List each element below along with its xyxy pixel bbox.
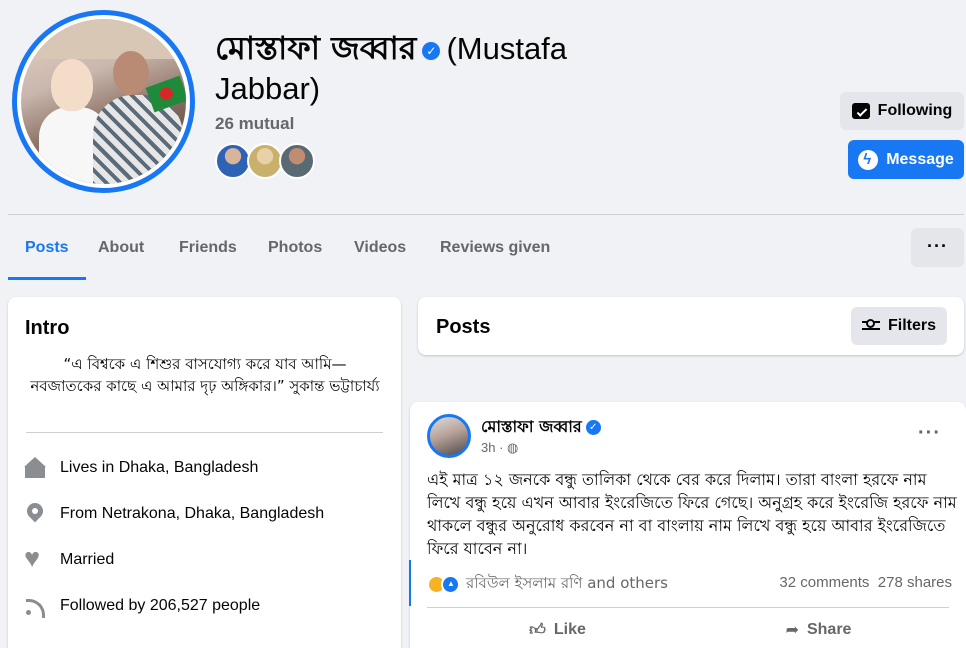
- like-icon: 👍︎: [529, 621, 546, 639]
- filters-button[interactable]: Filters: [851, 307, 947, 345]
- intro-row-prefix: Married: [60, 551, 115, 568]
- post-time-text[interactable]: 3h ·: [481, 440, 507, 455]
- post-author-name[interactable]: মোস্তাফা জব্বার: [481, 417, 582, 436]
- profile-photo: [21, 19, 186, 184]
- mutual-friends-count[interactable]: 26 mutual: [215, 114, 294, 134]
- tab-videos[interactable]: Videos: [337, 216, 423, 280]
- shares-count[interactable]: 278 shares: [878, 574, 952, 591]
- post-actions: 👍︎ Like ➦ Share: [427, 608, 949, 648]
- message-button[interactable]: Message: [848, 140, 964, 179]
- verified-icon: ✓: [585, 420, 601, 435]
- like-label: Like: [553, 621, 586, 638]
- message-button-label: Message: [886, 150, 954, 168]
- intro-followers: Followed by 206,527 people: [24, 594, 260, 618]
- heart-icon: [24, 543, 46, 574]
- reactors-text[interactable]: রবিউল ইসলাম রণি and others: [466, 572, 668, 597]
- post-author-avatar[interactable]: [427, 414, 471, 458]
- messenger-icon: [858, 149, 879, 170]
- intro-bio: “এ বিশ্বকে এ শিশুর বাসযোগ্য করে যাব আমি—…: [30, 355, 380, 395]
- share-button[interactable]: ➦ Share: [688, 608, 949, 648]
- intro-title: Intro: [25, 317, 70, 339]
- share-label: Share: [806, 621, 852, 638]
- intro-row-prefix: Followed by: [60, 597, 150, 614]
- intro-row-prefix: Lives in: [60, 459, 119, 476]
- intro-from: From Netrakona, Dhaka, Bangladesh: [24, 502, 324, 526]
- mutual-friend-avatar[interactable]: [215, 143, 251, 179]
- location-pin-icon: [24, 503, 46, 525]
- profile-tabs: Posts About Friends Photos Videos Review…: [8, 216, 964, 280]
- share-icon: ➦: [785, 622, 799, 639]
- profile-name: মোস্তাফা জব্বার ✓ (Mustafa Jabbar): [215, 28, 645, 109]
- post-reactions[interactable]: রবিউল ইসলাম রণি and others: [427, 572, 668, 597]
- post-body: এই মাত্র ১২ জনকে বন্ধু তালিকা থেকে বের ক…: [427, 470, 957, 558]
- tab-reviews-given[interactable]: Reviews given: [423, 216, 567, 280]
- intro-divider: [26, 432, 383, 433]
- post-timestamp[interactable]: 3h · ◍: [481, 440, 518, 456]
- post-options-button[interactable]: ···: [918, 422, 941, 445]
- more-options-button[interactable]: ···: [911, 228, 964, 267]
- filters-label: Filters: [887, 317, 936, 334]
- like-reaction-icon: [441, 575, 460, 594]
- verified-icon: ✓: [422, 41, 441, 60]
- globe-icon: ◍: [507, 440, 519, 455]
- intro-row-value[interactable]: Netrakona, Dhaka, Bangladesh: [102, 505, 324, 523]
- mutual-friend-avatar[interactable]: [279, 143, 315, 179]
- tab-photos[interactable]: Photos: [251, 216, 339, 280]
- post-author[interactable]: মোস্তাফা জব্বার ✓: [481, 414, 607, 441]
- header-divider: [8, 214, 964, 215]
- intro-row-value[interactable]: Dhaka, Bangladesh: [119, 459, 259, 477]
- intro-relationship: Married: [24, 543, 115, 574]
- following-check-icon: [851, 103, 870, 119]
- intro-row-prefix: From: [60, 505, 102, 522]
- filters-icon: [861, 319, 880, 333]
- mutual-friend-avatar[interactable]: [247, 143, 283, 179]
- posts-title: Posts: [436, 316, 491, 338]
- like-button[interactable]: 👍︎ Like: [427, 608, 688, 648]
- tab-friends[interactable]: Friends: [162, 216, 254, 280]
- intro-card: Intro “এ বিশ্বকে এ শিশুর বাসযোগ্য করে যা…: [8, 297, 401, 648]
- following-button-label: Following: [877, 102, 953, 119]
- intro-lives-in: Lives in Dhaka, Bangladesh: [24, 456, 258, 480]
- comments-count[interactable]: 32 comments: [779, 574, 869, 591]
- profile-header: মোস্তাফা জব্বার ✓ (Mustafa Jabbar) 26 mutu…: [0, 0, 966, 282]
- post-counts: 32 comments 278 shares: [779, 574, 952, 591]
- profile-name-bn: মোস্তাফা জব্বার: [215, 29, 417, 67]
- flag-icon: [145, 75, 186, 113]
- post-card: মোস্তাফা জব্বার ✓ 3h · ◍ ··· এই মাত্র ১২ …: [410, 402, 966, 648]
- posts-header-card: Posts Filters: [418, 297, 964, 355]
- tab-posts[interactable]: Posts: [8, 216, 86, 280]
- intro-row-value[interactable]: 206,527 people: [150, 597, 260, 615]
- mutual-friends-avatars[interactable]: [215, 143, 325, 179]
- profile-avatar[interactable]: [12, 10, 195, 193]
- rss-icon: [24, 595, 46, 618]
- focus-accent: [409, 560, 411, 606]
- following-button[interactable]: Following: [840, 92, 964, 130]
- tab-about[interactable]: About: [81, 216, 161, 280]
- home-icon: [24, 457, 46, 479]
